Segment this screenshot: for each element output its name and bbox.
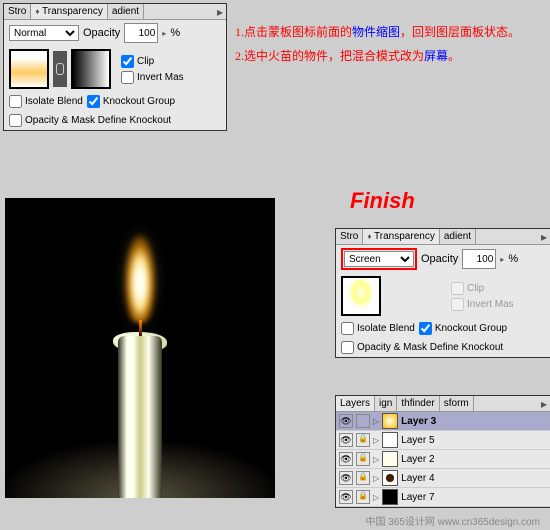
isolate-blend-checkbox[interactable]: Isolate Blend xyxy=(341,322,415,335)
opacity-input[interactable] xyxy=(124,23,158,43)
tab-transparency-label: Transparency xyxy=(42,6,103,17)
clip-checkbox[interactable]: Clip xyxy=(121,55,184,68)
tab-stroke[interactable]: Stro xyxy=(4,4,31,19)
layer-name: Layer 7 xyxy=(401,492,434,503)
expand-icon[interactable]: ▷ xyxy=(373,474,379,483)
tab-transparency[interactable]: ♦ Transparency xyxy=(31,4,107,19)
object-thumbnail[interactable] xyxy=(341,276,381,316)
object-thumbnail[interactable] xyxy=(9,49,49,89)
visibility-icon[interactable]: 👁 xyxy=(339,452,353,466)
blend-mode-select[interactable]: Screen xyxy=(344,251,414,267)
mask-define-knockout-checkbox[interactable]: Opacity & Mask Define Knockout xyxy=(9,114,171,127)
layer-swatch xyxy=(382,432,398,448)
tab-gradient[interactable]: adient xyxy=(108,4,144,19)
layer-name: Layer 2 xyxy=(401,454,434,465)
blend-mode-select[interactable]: Normal xyxy=(9,25,79,41)
opacity-input[interactable] xyxy=(462,249,496,269)
layer-swatch xyxy=(382,413,398,429)
percent-label: % xyxy=(508,253,518,265)
collapse-icon[interactable]: ▸ xyxy=(541,230,547,245)
layer-name: Layer 3 xyxy=(401,416,436,427)
panel2-tabs: ▸ Stro ♦ Transparency adient xyxy=(336,229,550,245)
transparency-panel-2: ▸ Stro ♦ Transparency adient Screen Opac… xyxy=(335,228,550,358)
layer-swatch xyxy=(382,451,398,467)
opacity-label: Opacity xyxy=(83,27,120,39)
layer-row[interactable]: 👁🔒 ▷ Layer 5 xyxy=(336,431,550,450)
expand-icon[interactable]: ▷ xyxy=(373,493,379,502)
layer-name: Layer 5 xyxy=(401,435,434,446)
tab-stroke[interactable]: Stro xyxy=(336,229,363,244)
visibility-icon[interactable]: 👁 xyxy=(339,490,353,504)
link-icon[interactable] xyxy=(53,51,67,87)
knockout-group-checkbox[interactable]: Knockout Group xyxy=(419,322,507,335)
tab-transparency[interactable]: ♦ Transparency xyxy=(363,229,439,244)
expand-icon[interactable]: ▷ xyxy=(373,436,379,445)
layer-row[interactable]: 👁🔒 ▷ Layer 4 xyxy=(336,469,550,488)
lock-icon[interactable]: 🔒 xyxy=(356,433,370,447)
panel1-tabs: ▸ Stro ♦ Transparency adient xyxy=(4,4,226,20)
layers-panel: ▸ Layers ign thfinder sform 👁 ▷ Layer 3 … xyxy=(335,395,550,508)
tab-pathfinder[interactable]: thfinder xyxy=(397,396,439,411)
visibility-icon[interactable]: 👁 xyxy=(339,471,353,485)
lock-icon[interactable]: 🔒 xyxy=(356,471,370,485)
instructions: 1.点击蒙板图标前面的物件缩图，回到图层面板状态。 2.选中火苗的物件，把混合模… xyxy=(235,20,520,68)
isolate-blend-checkbox[interactable]: Isolate Blend xyxy=(9,95,83,108)
tab-transform[interactable]: sform xyxy=(440,396,474,411)
visibility-icon[interactable]: 👁 xyxy=(339,414,353,428)
collapse-icon[interactable]: ▸ xyxy=(541,397,547,412)
finish-label: Finish xyxy=(350,188,415,214)
clip-checkbox: Clip xyxy=(451,282,514,295)
layer-row[interactable]: 👁🔒 ▷ Layer 7 xyxy=(336,488,550,507)
mask-define-knockout-checkbox[interactable]: Opacity & Mask Define Knockout xyxy=(341,341,503,354)
mask-thumbnail[interactable] xyxy=(71,49,111,89)
transparency-panel-1: ▸ Stro ♦ Transparency adient Normal Opac… xyxy=(3,3,227,131)
opacity-stepper-icon[interactable]: ▸ xyxy=(162,29,166,38)
percent-label: % xyxy=(170,27,180,39)
lock-icon[interactable]: 🔒 xyxy=(356,490,370,504)
layer-swatch xyxy=(382,489,398,505)
candle-artwork xyxy=(5,198,275,498)
blend-mode-highlight: Screen xyxy=(341,248,417,270)
visibility-icon[interactable]: 👁 xyxy=(339,433,353,447)
layers-tabs: ▸ Layers ign thfinder sform xyxy=(336,396,550,412)
layer-row[interactable]: 👁 ▷ Layer 3 xyxy=(336,412,550,431)
expand-icon[interactable]: ▷ xyxy=(373,417,379,426)
lock-icon[interactable]: 🔒 xyxy=(356,452,370,466)
invert-mask-checkbox[interactable]: Invert Mas xyxy=(121,71,184,84)
layer-row[interactable]: 👁🔒 ▷ Layer 2 xyxy=(336,450,550,469)
layer-name: Layer 4 xyxy=(401,473,434,484)
invert-mask-checkbox: Invert Mas xyxy=(451,298,514,311)
collapse-icon[interactable]: ▸ xyxy=(217,5,223,20)
layer-swatch xyxy=(382,470,398,486)
tab-align[interactable]: ign xyxy=(375,396,397,411)
expand-icon[interactable]: ▷ xyxy=(373,455,379,464)
lock-icon[interactable] xyxy=(356,414,370,428)
opacity-stepper-icon[interactable]: ▸ xyxy=(500,255,504,264)
tab-gradient[interactable]: adient xyxy=(440,229,476,244)
tab-layers[interactable]: Layers xyxy=(336,396,375,411)
opacity-label: Opacity xyxy=(421,253,458,265)
watermark: 中国 365设计网 www.cn365design.com xyxy=(365,513,540,528)
knockout-group-checkbox[interactable]: Knockout Group xyxy=(87,95,175,108)
